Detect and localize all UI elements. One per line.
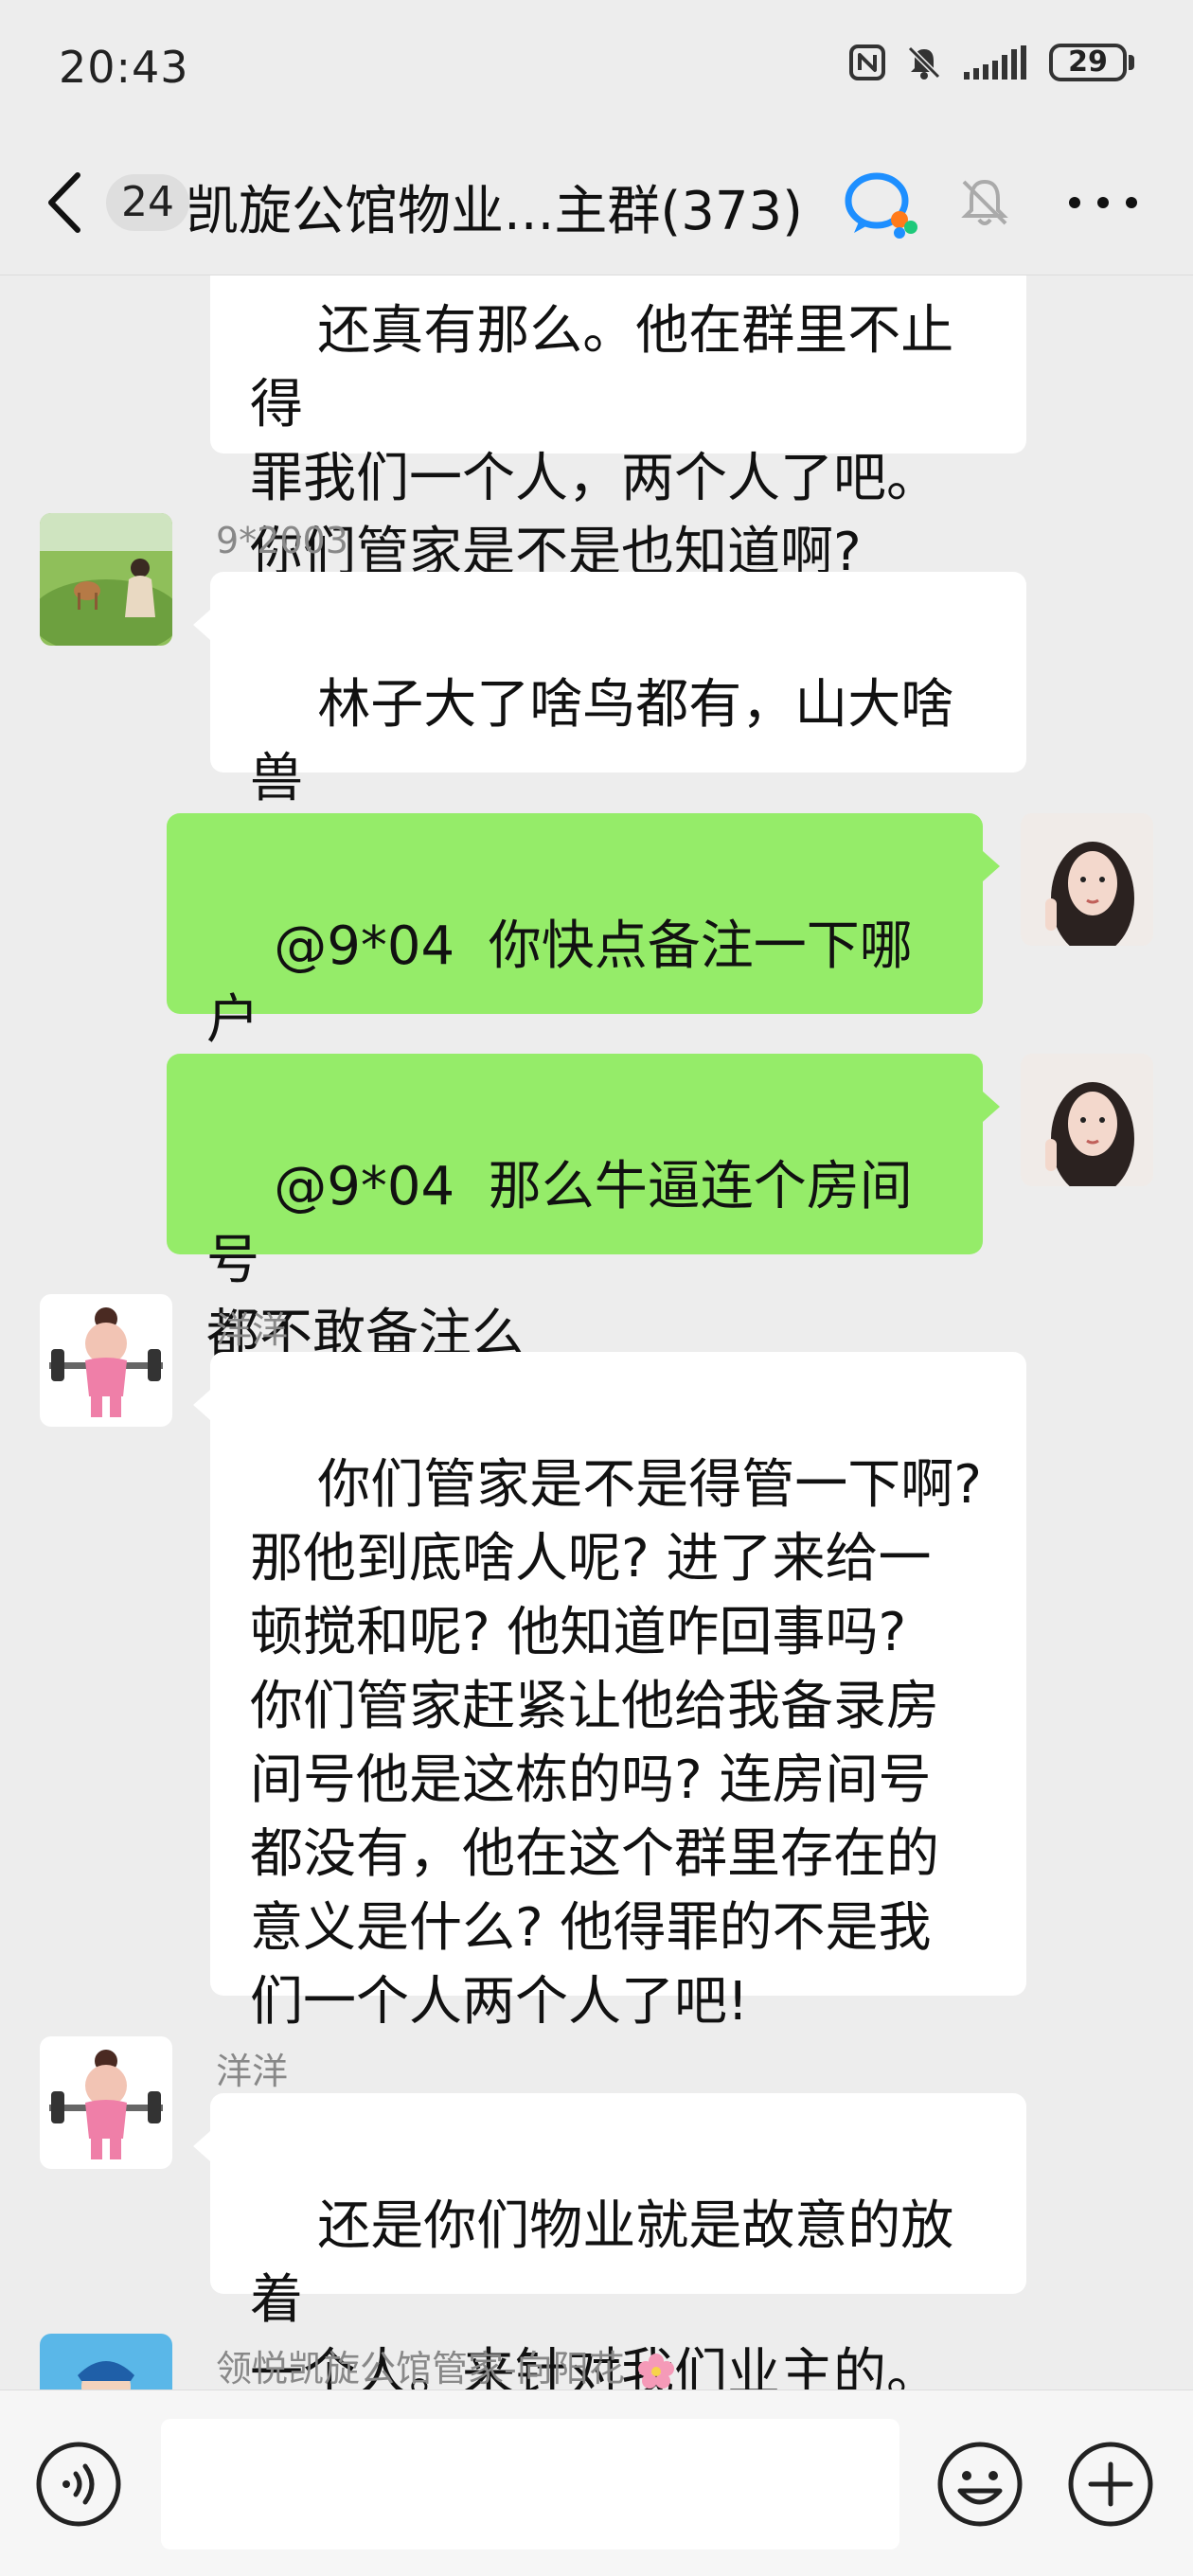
status-time: 20:43 [59, 42, 189, 93]
avatar[interactable] [40, 2334, 172, 2389]
status-bar: 20:43 29 [0, 0, 1193, 133]
avatar-image [40, 2036, 172, 2169]
voice-icon[interactable] [34, 2440, 123, 2529]
message-bubble-self[interactable]: @9*04 你快点备注一下哪户 的，别光叫唤 [167, 813, 1000, 1125]
message-text: 你们管家是不是得管一下啊? 那他到底啥人呢? 进了来给一 顿搅和呢? 他知道咋回… [250, 1454, 982, 2033]
message-bubble[interactable]: 你们管家是不是得管一下啊? 那他到底啥人呢? 进了来给一 顿搅和呢? 他知道咋回… [193, 1352, 1026, 2033]
sender-name: 领悦凯旋公馆管家-向阳花 [216, 2339, 676, 2389]
avatar[interactable] [40, 513, 172, 646]
emoji-icon[interactable] [935, 2440, 1024, 2529]
avatar[interactable] [40, 2036, 172, 2169]
avatar-image [40, 1294, 172, 1427]
nfc-icon [849, 44, 885, 80]
avatar-image [40, 513, 172, 646]
avatar-image [1021, 1054, 1153, 1186]
bell-off-icon[interactable] [956, 174, 1013, 231]
message-bubble-self[interactable]: @9*04 那么牛逼连个房间号 都不敢备注么 [167, 1054, 1000, 1365]
status-icons: 29 [848, 44, 1134, 81]
battery-icon: 29 [1049, 44, 1134, 81]
back-icon [48, 172, 80, 233]
sender-name: 洋洋 [216, 2051, 289, 2092]
message-list[interactable]: 还真有那么。他在群里不止得 罪我们一个人，两个人了吧。 你们管家是不是也知道啊?… [0, 275, 1193, 2389]
signal-icon [964, 45, 1026, 80]
back-button[interactable] [45, 165, 102, 240]
message-bubble[interactable]: 还是你们物业就是故意的放着 一个人。来针对我们业主的。 [193, 2093, 1026, 2389]
self-avatar[interactable] [1021, 1054, 1153, 1186]
avatar-image [40, 2334, 172, 2389]
message-input[interactable] [161, 2419, 899, 2549]
battery-level: 29 [1049, 44, 1127, 81]
avatar[interactable] [40, 1294, 172, 1427]
sender-name: 9*2003 [216, 520, 348, 561]
mute-icon [907, 45, 941, 80]
input-bar [0, 2389, 1193, 2576]
message-bubble[interactable]: 林子大了啥鸟都有，山大啥兽 都有 [193, 572, 1026, 883]
self-avatar[interactable] [1021, 813, 1153, 946]
chat-title[interactable]: 凯旋公馆物业...主群(373) [186, 169, 803, 245]
unread-count-badge[interactable]: 24 [106, 174, 189, 231]
flower-icon [637, 2353, 674, 2389]
message-text: 还真有那么。他在群里不止得 罪我们一个人，两个人了吧。 你们管家是不是也知道啊? [250, 300, 954, 583]
plus-icon[interactable] [1066, 2440, 1155, 2529]
chat-bubble-icon[interactable] [843, 169, 920, 240]
avatar-image [1021, 813, 1153, 946]
more-icon[interactable] [1060, 174, 1146, 231]
chat-header: 24 凯旋公馆物业...主群(373) [0, 133, 1193, 275]
message-text: @9*04 那么牛逼连个房间号 都不敢备注么 [206, 1156, 913, 1365]
message-bubble[interactable]: 还真有那么。他在群里不止得 罪我们一个人，两个人了吧。 你们管家是不是也知道啊? [210, 275, 1026, 583]
sender-name: 洋洋 [216, 1309, 289, 1351]
